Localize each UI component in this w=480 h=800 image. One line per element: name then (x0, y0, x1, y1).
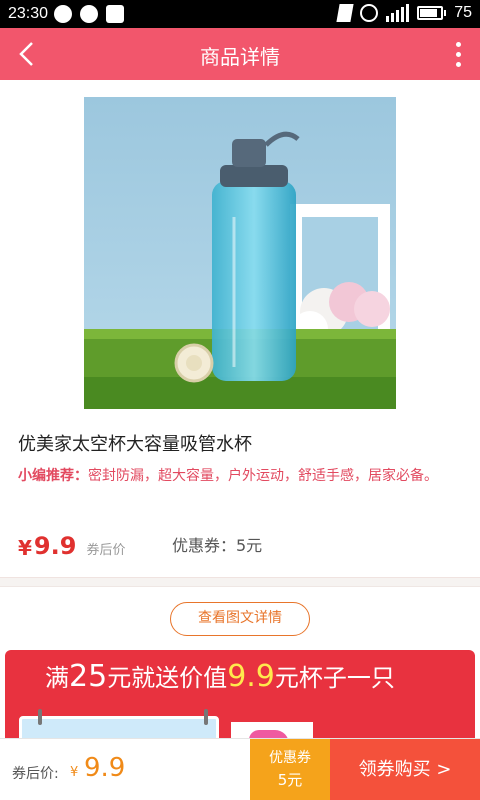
coupon-info: 优惠券：5元 (172, 536, 263, 555)
battery-icon (417, 6, 447, 20)
page-title: 商品详情 (200, 45, 280, 69)
get-coupon-buy-button[interactable]: 领券购买 > (330, 739, 480, 800)
bottom-price-value: 9.9 (84, 753, 126, 783)
promo-text: 满25元就送价值9.9元杯子一只 (45, 659, 395, 694)
price-row: ¥ 9.9 券后价 (18, 530, 125, 560)
battery-level: 75 (454, 4, 472, 21)
coupon-button-label: 优惠券 (269, 750, 311, 766)
header: 商品详情 (0, 28, 480, 80)
chat-icon (80, 5, 98, 23)
promo-amount: 25 (69, 659, 108, 694)
price-note: 券后价 (86, 543, 126, 558)
section-divider (0, 577, 480, 587)
image-icon (106, 5, 124, 23)
more-menu-icon[interactable] (456, 42, 462, 68)
page: 23:30 75 商品详情 优美家太空杯大容量吸管水杯 小编推荐：密封防漏，超大… (0, 0, 480, 800)
coupon-button-value: 5元 (277, 771, 303, 789)
mute-icon (336, 4, 354, 22)
notification-icons (54, 5, 124, 23)
bottom-bar: 券后价: ¥ 9.9 优惠券 5元 领券购买 > (0, 738, 480, 800)
coupon-button[interactable]: 优惠券 5元 (250, 739, 330, 800)
product-title: 优美家太空杯大容量吸管水杯 (18, 434, 252, 455)
alarm-icon (360, 4, 379, 22)
recommendation: 小编推荐：密封防漏，超大容量，户外运动，舒适手感，居家必备。 (18, 464, 468, 488)
price-currency: ¥ (18, 536, 32, 560)
status-right: 75 (336, 4, 472, 22)
bottom-price-currency: ¥ (70, 765, 79, 780)
promo-gift-value: 9.9 (227, 659, 275, 694)
status-time: 23:30 (8, 5, 49, 22)
sync-icon (54, 5, 72, 23)
product-image (84, 97, 396, 409)
signal-icon (386, 4, 410, 22)
status-bar: 23:30 75 (0, 0, 480, 28)
price-value: 9.9 (33, 532, 77, 560)
bottom-price-label: 券后价: (12, 766, 59, 782)
view-details-button[interactable]: 查看图文详情 (170, 602, 310, 636)
recommendation-text: 密封防漏，超大容量，户外运动，舒适手感，居家必备。 (88, 468, 438, 484)
recommendation-label: 小编推荐： (18, 468, 88, 484)
